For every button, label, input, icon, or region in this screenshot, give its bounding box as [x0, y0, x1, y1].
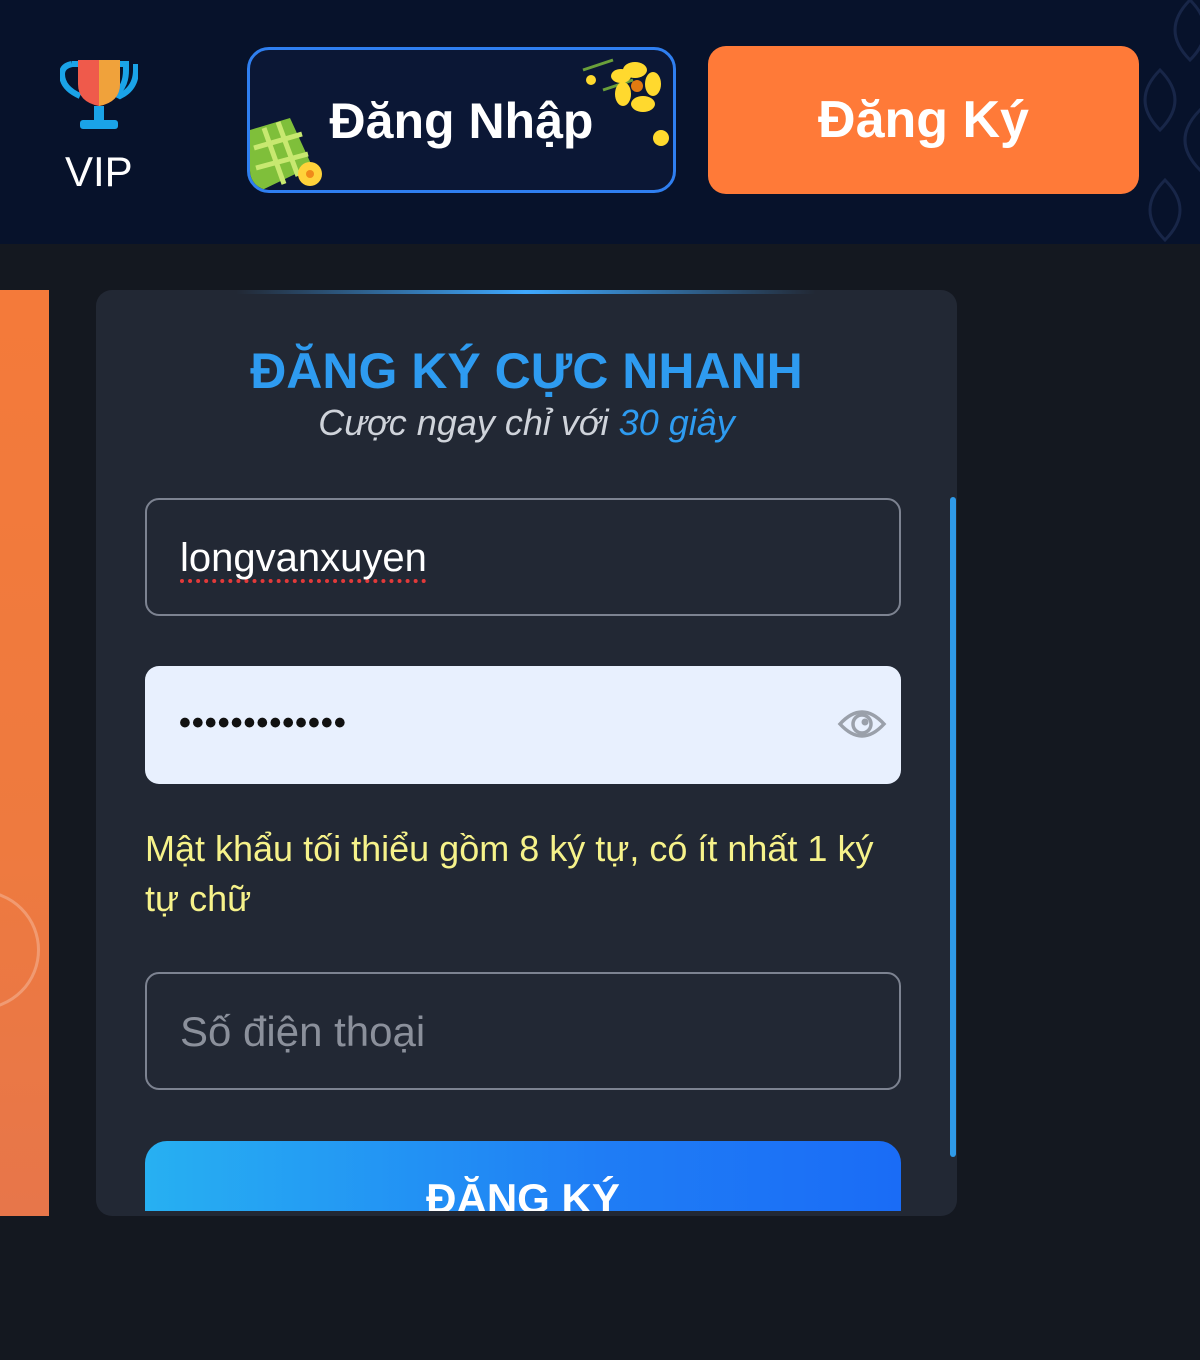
register-header-button[interactable]: Đăng Ký: [708, 46, 1139, 194]
vip-label: VIP: [65, 148, 133, 195]
password-field[interactable]: •••••••••••••: [145, 666, 901, 784]
banner-decoration: [0, 890, 40, 1010]
password-value: •••••••••••••: [179, 704, 347, 742]
card-top-glow: [236, 290, 816, 294]
login-button[interactable]: Đăng Nhập: [247, 47, 676, 193]
phone-placeholder: Số điện thoại: [180, 1008, 426, 1055]
register-header-label: Đăng Ký: [818, 91, 1029, 149]
form-scrollbar[interactable]: [950, 497, 956, 1157]
top-header: VIP Đăng Nhập Đăng Ký: [0, 0, 1200, 244]
login-label: Đăng Nhập: [329, 93, 594, 149]
eye-icon[interactable]: [837, 704, 887, 744]
username-value: longvanxuyen: [180, 536, 427, 580]
vip-badge[interactable]: VIP: [55, 52, 145, 202]
promo-banner-edge[interactable]: [0, 290, 49, 1216]
submit-label: ĐĂNG KÝ: [426, 1175, 620, 1211]
form-subtitle: Cược ngay chỉ với 30 giây: [96, 402, 957, 444]
username-field[interactable]: longvanxuyen: [145, 498, 901, 616]
subtitle-highlight: 30 giây: [618, 402, 735, 443]
password-hint: Mật khẩu tối thiểu gồm 8 ký tự, có ít nh…: [145, 828, 874, 919]
register-form-card: ĐĂNG KÝ CỰC NHANH Cược ngay chỉ với 30 g…: [96, 290, 957, 1216]
form-title: ĐĂNG KÝ CỰC NHANH: [250, 343, 803, 399]
register-submit-button[interactable]: ĐĂNG KÝ: [145, 1141, 901, 1211]
trophy-icon: [60, 60, 138, 129]
phone-field[interactable]: Số điện thoại: [145, 972, 901, 1090]
subtitle-text: Cược ngay chỉ với: [318, 402, 609, 443]
